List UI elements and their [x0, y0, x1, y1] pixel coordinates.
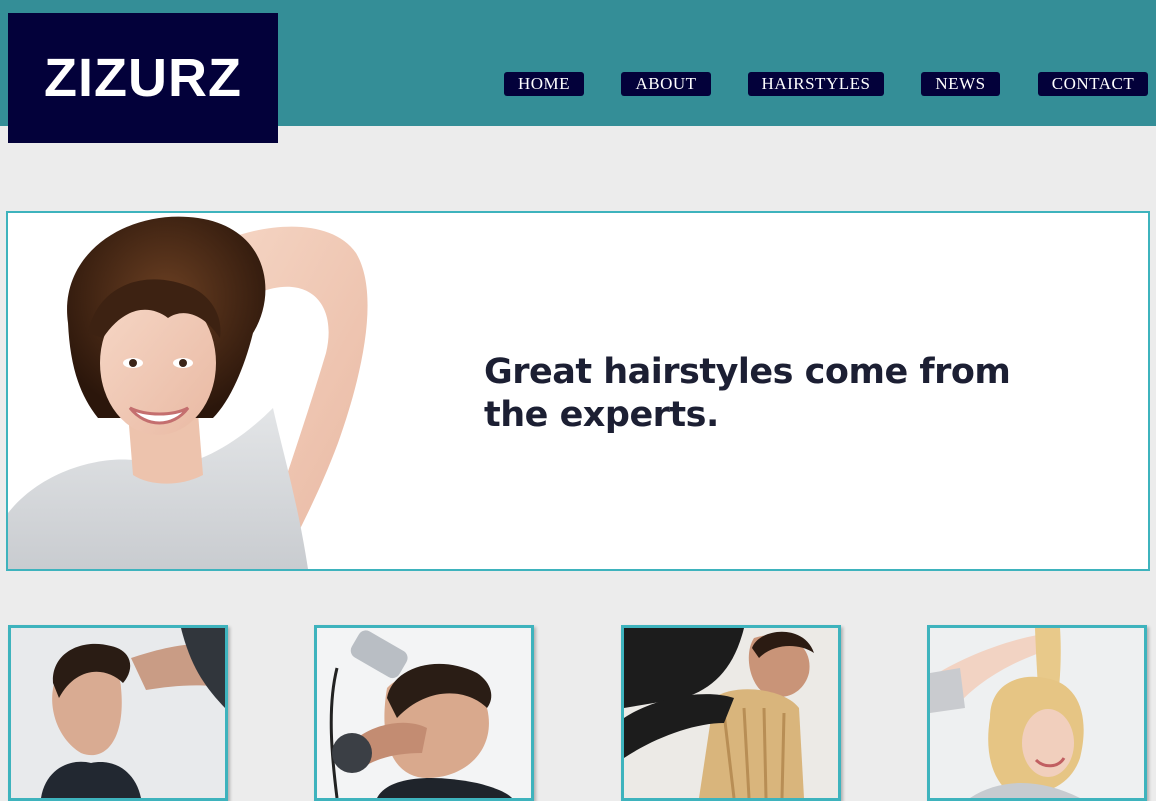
- stylist-cutting-blonde-hair-photo: [624, 628, 838, 798]
- gallery-thumb-2[interactable]: [314, 625, 534, 801]
- nav-news[interactable]: NEWS: [921, 72, 1000, 96]
- hero-headline: Great hairstyles come from the experts.: [484, 352, 1011, 435]
- nav-hairstyles[interactable]: HAIRSTYLES: [748, 72, 884, 96]
- gallery-thumb-4[interactable]: [927, 625, 1147, 801]
- nav-home[interactable]: HOME: [504, 72, 584, 96]
- man-haircut-photo: [11, 628, 225, 798]
- hero-woman-photo: [8, 213, 388, 569]
- site-logo[interactable]: ZIZURZ: [8, 13, 278, 143]
- hero-banner: Great hairstyles come from the experts.: [6, 211, 1150, 571]
- nav-about[interactable]: ABOUT: [621, 72, 711, 96]
- nav-contact[interactable]: CONTACT: [1038, 72, 1148, 96]
- woman-hair-length-photo: [930, 628, 1144, 798]
- clipper-haircut-photo: [317, 628, 531, 798]
- gallery-thumb-1[interactable]: [8, 625, 228, 801]
- gallery-thumb-3[interactable]: [621, 625, 841, 801]
- logo-text: ZIZURZ: [44, 48, 242, 108]
